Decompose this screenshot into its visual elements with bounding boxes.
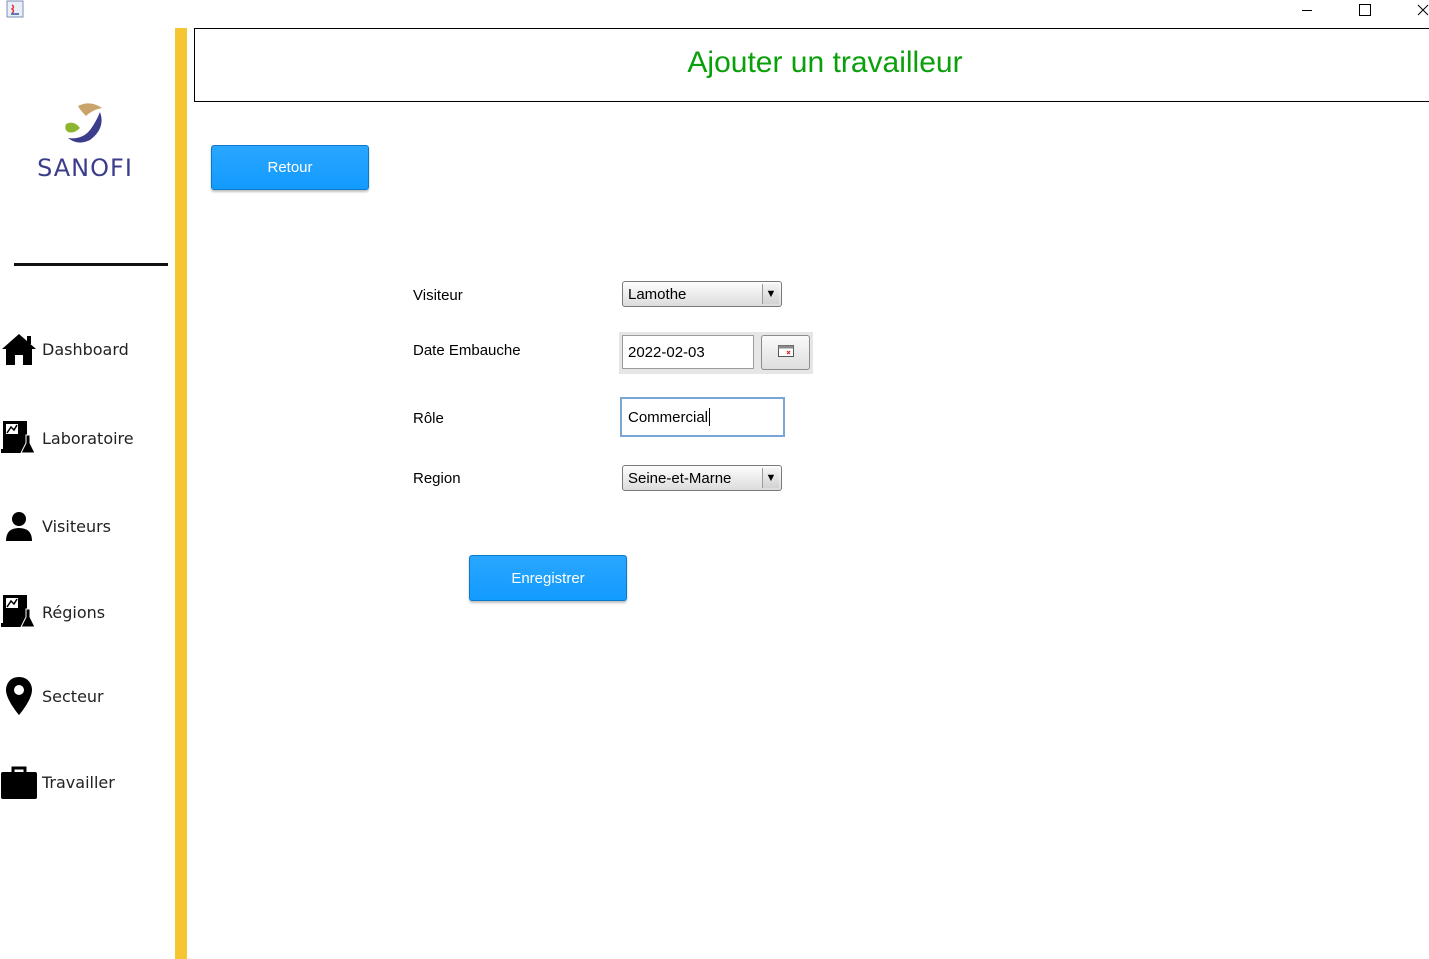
role-input-value: Commercial: [628, 408, 709, 426]
maximize-button[interactable]: [1350, 0, 1380, 20]
home-icon: [0, 330, 38, 368]
date-input[interactable]: 2022-02-03: [622, 335, 754, 369]
user-icon: [0, 507, 38, 545]
visiteur-label: Visiteur: [413, 287, 463, 304]
region-select[interactable]: Seine-et-Marne ▼: [622, 465, 782, 491]
app-icon: [5, 0, 25, 18]
chevron-down-icon[interactable]: ▼: [762, 284, 779, 304]
sidebar-item-visiteurs[interactable]: Visiteurs: [0, 506, 170, 546]
minimize-button[interactable]: [1292, 0, 1322, 20]
sidebar-accent-bar: [175, 28, 187, 959]
brand-name: SANOFI: [37, 154, 133, 182]
sidebar-item-travailler[interactable]: Travailler: [0, 762, 170, 802]
sidebar-item-regions[interactable]: Régions: [0, 592, 170, 632]
sidebar-item-laboratoire[interactable]: Laboratoire: [0, 418, 170, 458]
sidebar-item-label: Visiteurs: [42, 516, 111, 536]
text-caret: [709, 408, 711, 426]
sidebar-item-dashboard[interactable]: Dashboard: [0, 329, 170, 369]
page-title: Ajouter un travailleur: [687, 46, 963, 79]
close-button[interactable]: [1408, 0, 1429, 20]
chevron-down-icon[interactable]: ▼: [762, 468, 779, 488]
laboratory-icon: [0, 419, 38, 457]
sidebar-item-label: Dashboard: [42, 339, 129, 359]
sidebar-item-label: Régions: [42, 602, 106, 622]
calendar-icon: [777, 344, 794, 362]
visiteur-select-value: Lamothe: [628, 285, 687, 303]
date-embauche-label: Date Embauche: [413, 342, 521, 359]
region-label: Region: [413, 470, 461, 487]
laboratory-icon: [0, 593, 38, 631]
briefcase-icon: [0, 763, 38, 801]
save-button[interactable]: Enregistrer: [469, 555, 627, 601]
calendar-button[interactable]: [761, 335, 810, 370]
region-select-value: Seine-et-Marne: [628, 469, 732, 487]
sidebar-item-label: Travailler: [42, 772, 115, 792]
role-input[interactable]: Commercial: [620, 397, 785, 437]
role-label: Rôle: [413, 410, 444, 427]
map-pin-icon: [0, 677, 38, 715]
sidebar-item-secteur[interactable]: Secteur: [0, 676, 170, 716]
sidebar-item-label: Secteur: [42, 686, 104, 706]
visiteur-select[interactable]: Lamothe ▼: [622, 281, 782, 307]
back-button[interactable]: Retour: [211, 145, 369, 190]
sidebar-item-label: Laboratoire: [42, 428, 134, 448]
sidebar-divider: [14, 263, 168, 266]
